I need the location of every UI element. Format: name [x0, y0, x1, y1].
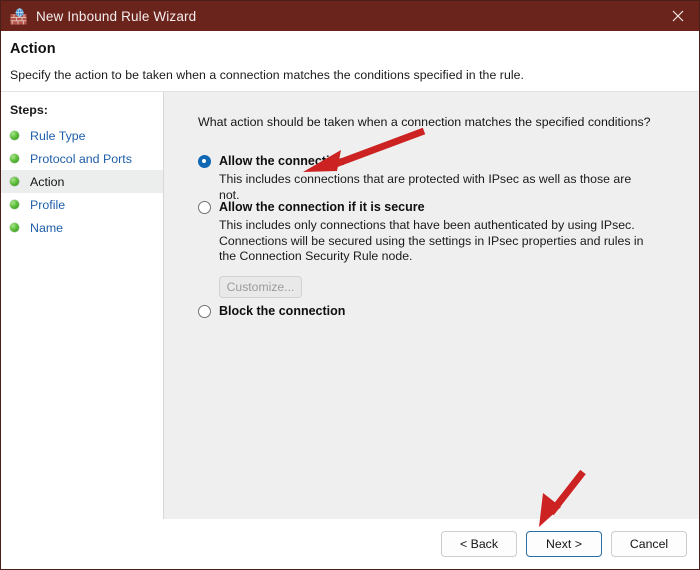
sidebar-item-name[interactable]: Name [1, 216, 163, 239]
sidebar-item-label: Protocol and Ports [30, 151, 132, 166]
firewall-globe-icon [10, 7, 27, 25]
option-block-the-connection[interactable]: Block the connection [198, 304, 345, 318]
sidebar-item-protocol-and-ports[interactable]: Protocol and Ports [1, 147, 163, 170]
option-title: Allow the connection [219, 154, 345, 168]
action-panel: What action should be taken when a conne… [164, 91, 699, 519]
customize-button: Customize... [219, 275, 302, 298]
step-bullet-icon [10, 154, 19, 163]
wizard-header: Action Specify the action to be taken wh… [1, 31, 699, 91]
sidebar-item-profile[interactable]: Profile [1, 193, 163, 216]
option-description: This includes connections that are prote… [219, 172, 632, 202]
option-title: Block the connection [219, 304, 346, 318]
window-title: New Inbound Rule Wizard [36, 8, 197, 24]
action-question: What action should be taken when a conne… [198, 115, 651, 129]
radio-allow-the-connection-if-secure[interactable] [198, 201, 211, 214]
page-subtitle: Specify the action to be taken when a co… [10, 68, 524, 82]
sidebar-item-label: Rule Type [30, 128, 86, 143]
step-bullet-icon [10, 200, 19, 209]
steps-heading: Steps: [10, 103, 48, 117]
page-title: Action [10, 41, 56, 57]
sidebar-item-label: Action [30, 174, 65, 189]
option-allow-the-connection[interactable]: Allow the connection This includes conne… [198, 154, 655, 203]
step-bullet-icon [10, 223, 19, 232]
radio-block-the-connection[interactable] [198, 305, 211, 318]
new-inbound-rule-wizard-window: New Inbound Rule Wizard Action Specify t… [0, 0, 700, 570]
step-bullet-icon [10, 177, 19, 186]
option-allow-the-connection-if-secure[interactable]: Allow the connection if it is secure Thi… [198, 200, 655, 298]
footer-button-row: < Back Next > Cancel [441, 531, 687, 557]
steps-sidebar: Steps: Rule Type Protocol and Ports Acti… [1, 91, 164, 519]
wizard-body: Steps: Rule Type Protocol and Ports Acti… [1, 91, 699, 519]
sidebar-item-label: Profile [30, 197, 66, 212]
sidebar-item-rule-type[interactable]: Rule Type [1, 124, 163, 147]
option-title: Allow the connection if it is secure [219, 200, 425, 214]
close-icon[interactable] [655, 1, 699, 31]
option-description: This includes only connections that have… [219, 218, 644, 263]
radio-allow-the-connection[interactable] [198, 155, 211, 168]
title-bar: New Inbound Rule Wizard [1, 1, 699, 31]
sidebar-item-label: Name [30, 220, 64, 235]
step-bullet-icon [10, 131, 19, 140]
sidebar-item-action[interactable]: Action [1, 170, 163, 193]
next-button[interactable]: Next > [526, 531, 602, 557]
cancel-button[interactable]: Cancel [611, 531, 687, 557]
back-button[interactable]: < Back [441, 531, 517, 557]
wizard-footer: < Back Next > Cancel [1, 519, 699, 569]
